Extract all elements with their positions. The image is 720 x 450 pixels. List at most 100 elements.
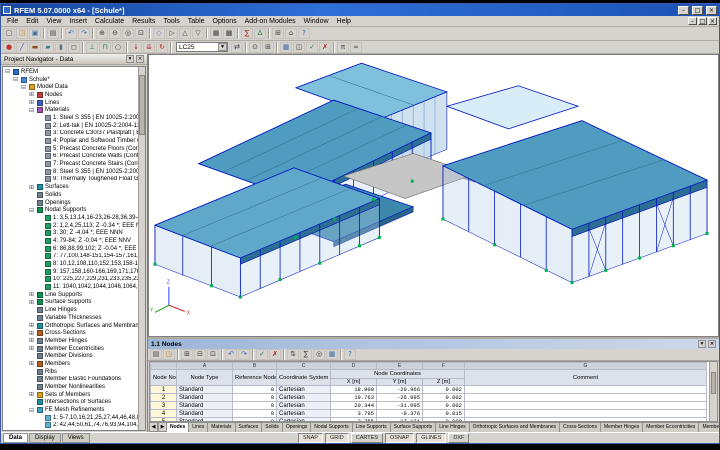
nav-tab-data[interactable]: Data: [3, 433, 29, 443]
tree-item[interactable]: 2: 1,2,4,25,113; Z -0.34 *; EEE NNV: [3, 222, 145, 230]
table-tab-solids[interactable]: Solids: [262, 422, 283, 432]
zoom-out-icon[interactable]: ⊖: [109, 28, 121, 39]
close-button[interactable]: ×: [706, 5, 717, 15]
nodal-support-icon[interactable]: ⊥: [86, 41, 98, 53]
cell-y[interactable]: -17.171: [376, 417, 423, 421]
table-export-icon[interactable]: ◳: [163, 349, 175, 360]
cell-coordinate-system[interactable]: Cartesian: [276, 417, 331, 421]
cell-z[interactable]: 0.002: [422, 401, 465, 410]
cell-reference-node[interactable]: 0: [232, 385, 277, 394]
tree-item[interactable]: 6: Precast Concrete Walls (Contiga...: [3, 153, 145, 161]
table-tab-member-divisions[interactable]: Member Divisions: [699, 422, 719, 432]
mdi-minimize-button[interactable]: –: [688, 17, 697, 25]
tree-item[interactable]: 1: 5-7,10,16,21,25,27,44,46,48,84...: [3, 414, 145, 422]
tree-item[interactable]: ⊞ Member Eccentricities: [3, 345, 145, 353]
cell-x[interactable]: 18.900: [330, 385, 377, 394]
tree-item[interactable]: Member Nonlinearities: [3, 383, 145, 391]
tree-item[interactable]: Openings: [3, 199, 145, 207]
maximize-button[interactable]: □: [692, 5, 703, 15]
cell-node-no[interactable]: 2: [150, 393, 177, 402]
tree-item[interactable]: 4: Poplar and Softwood Timber C2...: [3, 137, 145, 145]
expander-icon[interactable]: ⊟: [28, 107, 35, 114]
cell-y[interactable]: -26.995: [376, 393, 423, 402]
cell-z[interactable]: 0.000: [422, 417, 465, 421]
cell-comment[interactable]: [464, 401, 707, 410]
cell-node-type[interactable]: Standard: [176, 393, 233, 402]
nav-tab-views[interactable]: Views: [61, 433, 90, 443]
tree-item[interactable]: Line Hinges: [3, 306, 145, 314]
mdi-close-button[interactable]: ×: [708, 17, 717, 25]
expander-icon[interactable]: ⊞: [28, 330, 35, 337]
view-x-icon[interactable]: ▷: [166, 28, 178, 39]
hinge-icon[interactable]: ○: [112, 41, 124, 53]
tree-item[interactable]: ⊞ Surfaces: [3, 183, 145, 191]
new-file-icon[interactable]: ▢: [3, 28, 15, 39]
column-letter[interactable]: G: [464, 362, 707, 370]
menu-edit[interactable]: Edit: [22, 18, 42, 25]
expander-icon[interactable]: ⊟: [20, 84, 27, 91]
tree-item[interactable]: ⊞ Nodes: [3, 91, 145, 99]
zoom-in-icon[interactable]: ⊕: [96, 28, 108, 39]
cell-x[interactable]: 3.795: [330, 409, 377, 418]
table-close-icon[interactable]: ×: [708, 340, 716, 348]
toggle-glines[interactable]: GLINES: [416, 433, 447, 443]
line-support-icon[interactable]: ⊓: [99, 41, 111, 53]
tree-item[interactable]: ⊟ FE Mesh Refinements: [3, 406, 145, 414]
table-scrollbar[interactable]: [709, 362, 717, 421]
tab-scroll-left-icon[interactable]: ◀: [149, 422, 158, 432]
tree-item[interactable]: 8: Steel S 355 | EN 10025-2:2004-11: [3, 168, 145, 176]
tree-item[interactable]: Intersections of Surfaces: [3, 399, 145, 407]
tree-item[interactable]: ⊞ Line Supports: [3, 291, 145, 299]
expander-icon[interactable]: ⊞: [28, 322, 35, 329]
delete-icon[interactable]: ✗: [319, 41, 331, 53]
new-node-icon[interactable]: ●: [3, 41, 15, 53]
column-letter[interactable]: F: [422, 362, 465, 370]
tree-item[interactable]: 2: 42,44,50,61,74,76,93,94,104,125...: [3, 422, 145, 430]
apply-icon[interactable]: ✓: [306, 41, 318, 53]
new-line-icon[interactable]: ╱: [16, 41, 28, 53]
line-load-icon[interactable]: ⇊: [143, 41, 155, 53]
tree-item[interactable]: ⊟ Nodal Supports: [3, 206, 145, 214]
table-scrollbar-thumb[interactable]: [711, 372, 716, 394]
cell-reference-node[interactable]: 0: [232, 417, 277, 421]
cell-coordinate-system[interactable]: Cartesian: [276, 401, 331, 410]
expander-icon[interactable]: ⊞: [28, 360, 35, 367]
cell-reference-node[interactable]: 0: [232, 409, 277, 418]
column-letter[interactable]: E: [376, 362, 423, 370]
tree-item[interactable]: 5: Precast Concrete Floors (Contig...: [3, 145, 145, 153]
solid-model-icon[interactable]: ▩: [223, 28, 235, 39]
table-tab-openings[interactable]: Openings: [282, 422, 312, 432]
tree-item[interactable]: 3: 30; Z -4.04 *; EEE NNN: [3, 229, 145, 237]
table-tab-surfaces[interactable]: Surfaces: [235, 422, 263, 432]
cell-node-type[interactable]: Standard: [176, 417, 233, 421]
menu-view[interactable]: View: [42, 18, 65, 25]
cell-x[interactable]: 20.344: [330, 401, 377, 410]
cell-node-no[interactable]: 5: [150, 417, 177, 421]
table-tab-nodal-supports[interactable]: Nodal Supports: [311, 422, 353, 432]
navigator-close-icon[interactable]: ×: [136, 55, 144, 63]
toggle-osnap[interactable]: OSNAP: [384, 433, 415, 443]
load-case-combobox[interactable]: LC25 ▼: [176, 42, 228, 52]
tree-item[interactable]: Variable Thicknesses: [3, 314, 145, 322]
tree-item[interactable]: ⊞ Members: [3, 360, 145, 368]
menu-options[interactable]: Options: [209, 18, 241, 25]
cell-comment[interactable]: [464, 385, 707, 394]
tree-scrollbar[interactable]: [138, 67, 145, 430]
redo-icon[interactable]: ↷: [78, 28, 90, 39]
tree-item[interactable]: 1: Steel S 355 | EN 10025-2:2004-11: [3, 114, 145, 122]
expander-icon[interactable]: ⊞: [28, 337, 35, 344]
find-icon[interactable]: ◎: [313, 349, 325, 360]
expander-icon[interactable]: ⊞: [28, 299, 35, 306]
save-icon[interactable]: ▣: [29, 28, 41, 39]
model-viewport[interactable]: X Y Z: [148, 54, 719, 337]
cell-z[interactable]: 0.002: [422, 393, 465, 402]
cell-y[interactable]: -31.095: [376, 401, 423, 410]
mdi-restore-button[interactable]: □: [698, 17, 707, 25]
tree-item[interactable]: ⊞ Lines: [3, 99, 145, 107]
grid-icon[interactable]: ⊞: [272, 28, 284, 39]
cell-x[interactable]: 19.763: [330, 393, 377, 402]
cell-comment[interactable]: [464, 393, 707, 402]
table-tab-lines[interactable]: Lines: [189, 422, 209, 432]
tree-item[interactable]: 9: Thermally Toughened Float Glas...: [3, 176, 145, 184]
tree-item[interactable]: ⊟ Materials: [3, 106, 145, 114]
